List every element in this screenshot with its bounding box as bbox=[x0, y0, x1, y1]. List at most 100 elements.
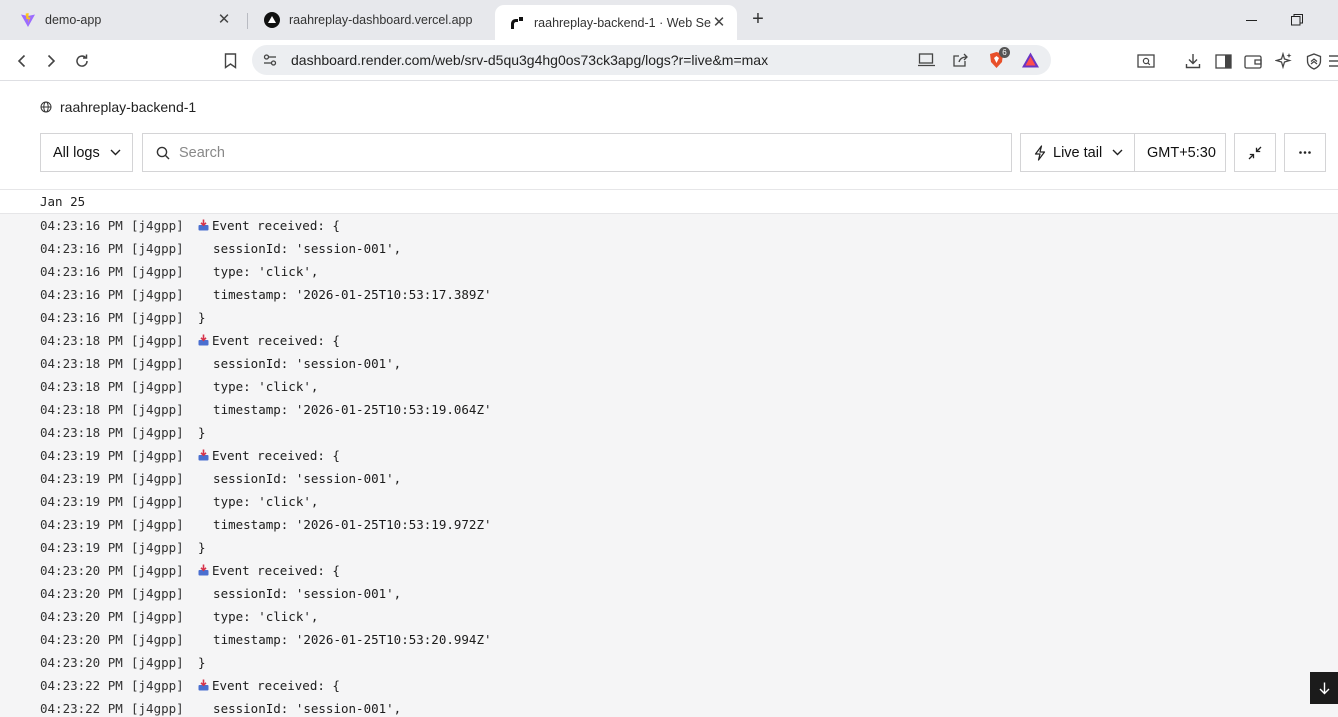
log-message: } bbox=[198, 540, 206, 555]
inbox-tray-icon bbox=[198, 218, 212, 233]
sidebar-toggle-icon[interactable] bbox=[1212, 50, 1234, 72]
log-instance-id: [j4gpp] bbox=[131, 701, 184, 716]
log-timestamp: 04:23:20 PM bbox=[40, 563, 123, 578]
log-message-text: Event received: { bbox=[212, 333, 340, 348]
leo-ai-icon[interactable] bbox=[1273, 50, 1295, 72]
log-timestamp: 04:23:20 PM bbox=[40, 586, 123, 601]
log-timestamp: 04:23:19 PM bbox=[40, 471, 123, 486]
browser-menu-icon[interactable] bbox=[1328, 50, 1338, 72]
vite-icon bbox=[20, 12, 36, 28]
log-instance-id: [j4gpp] bbox=[131, 448, 184, 463]
log-message: type: 'click', bbox=[198, 379, 319, 394]
log-message: sessionId: 'session-001', bbox=[198, 241, 402, 256]
log-line: 04:23:19 PM [j4gpp] Event received: { bbox=[40, 444, 340, 467]
vpn-shield-icon[interactable] bbox=[1303, 50, 1325, 72]
new-tab-plus-icon[interactable]: + bbox=[748, 9, 768, 29]
log-stream[interactable]: 04:23:16 PM [j4gpp] Event received: {04:23… bbox=[0, 214, 1338, 717]
log-instance-id: [j4gpp] bbox=[131, 586, 184, 601]
wallet-icon[interactable] bbox=[1242, 50, 1264, 72]
log-timestamp: 04:23:16 PM bbox=[40, 218, 123, 233]
log-date: Jan 25 bbox=[40, 194, 86, 209]
shields-count-badge: 6 bbox=[999, 47, 1010, 58]
service-name: raahreplay-backend-1 bbox=[60, 99, 197, 115]
more-options-button[interactable] bbox=[1284, 133, 1326, 172]
log-instance-id: [j4gpp] bbox=[131, 540, 184, 555]
close-tab-icon[interactable]: ✕ bbox=[216, 12, 232, 28]
ellipsis-icon bbox=[1299, 151, 1311, 154]
search-input[interactable]: Search bbox=[142, 133, 1012, 172]
chevron-down-icon bbox=[110, 149, 121, 156]
restore-window-icon[interactable] bbox=[1285, 9, 1309, 31]
live-tail-dropdown[interactable]: Live tail bbox=[1020, 133, 1135, 172]
log-timestamp: 04:23:20 PM bbox=[40, 655, 123, 670]
share-icon[interactable] bbox=[952, 52, 969, 73]
render-icon bbox=[509, 15, 525, 31]
minimize-window-icon[interactable] bbox=[1239, 9, 1263, 31]
log-line: 04:23:18 PM [j4gpp] timestamp: '2026-01-2… bbox=[40, 398, 492, 421]
log-timestamp: 04:23:16 PM bbox=[40, 310, 123, 325]
close-tab-icon[interactable]: ✕ bbox=[711, 14, 727, 31]
log-message: Event received: { bbox=[198, 448, 340, 463]
log-message: Event received: { bbox=[198, 678, 340, 693]
log-message: type: 'click', bbox=[198, 494, 319, 509]
log-timestamp: 04:23:18 PM bbox=[40, 356, 123, 371]
log-message: Event received: { bbox=[198, 218, 340, 233]
downloads-icon[interactable] bbox=[1182, 50, 1204, 72]
log-line: 04:23:19 PM [j4gpp] type: 'click', bbox=[40, 490, 318, 513]
log-message-text: Event received: { bbox=[212, 563, 340, 578]
log-message: sessionId: 'session-001', bbox=[198, 701, 402, 716]
scroll-to-bottom-button[interactable] bbox=[1310, 672, 1338, 704]
log-timestamp: 04:23:19 PM bbox=[40, 517, 123, 532]
log-instance-id: [j4gpp] bbox=[131, 310, 184, 325]
log-timestamp: 04:23:18 PM bbox=[40, 402, 123, 417]
log-instance-id: [j4gpp] bbox=[131, 517, 184, 532]
url-text[interactable]: dashboard.render.com/web/srv-d5qu3g4hg0o… bbox=[291, 52, 768, 68]
reload-icon[interactable] bbox=[71, 50, 93, 72]
back-icon[interactable] bbox=[11, 50, 33, 72]
search-icon bbox=[156, 146, 170, 160]
browser-tab-vercel[interactable]: raahreplay-dashboard.vercel.app bbox=[250, 5, 486, 35]
log-instance-id: [j4gpp] bbox=[131, 563, 184, 578]
log-instance-id: [j4gpp] bbox=[131, 333, 184, 348]
log-timestamp: 04:23:16 PM bbox=[40, 264, 123, 279]
log-instance-id: [j4gpp] bbox=[131, 678, 184, 693]
log-line: 04:23:20 PM [j4gpp]} bbox=[40, 651, 206, 674]
tab-search-icon[interactable] bbox=[1135, 50, 1157, 72]
install-app-icon[interactable] bbox=[918, 52, 936, 73]
inbox-tray-icon bbox=[198, 563, 212, 578]
log-line: 04:23:16 PM [j4gpp]} bbox=[40, 306, 206, 329]
log-type-dropdown[interactable]: All logs bbox=[40, 133, 133, 172]
tab-divider bbox=[247, 13, 248, 29]
brave-rewards-icon[interactable] bbox=[1021, 51, 1040, 74]
site-settings-icon[interactable] bbox=[262, 52, 278, 73]
log-line: 04:23:20 PM [j4gpp] Event received: { bbox=[40, 559, 340, 582]
chevron-down-icon bbox=[1112, 149, 1123, 156]
bookmark-icon[interactable] bbox=[219, 50, 241, 72]
timezone-selector[interactable]: GMT+5:30 bbox=[1134, 133, 1226, 172]
log-message: timestamp: '2026-01-25T10:53:19.972Z' bbox=[198, 517, 492, 532]
log-message-text: Event received: { bbox=[212, 448, 340, 463]
log-line: 04:23:18 PM [j4gpp]} bbox=[40, 421, 206, 444]
log-message: sessionId: 'session-001', bbox=[198, 356, 402, 371]
log-timestamp: 04:23:22 PM bbox=[40, 678, 123, 693]
log-line: 04:23:20 PM [j4gpp] timestamp: '2026-01-2… bbox=[40, 628, 492, 651]
log-message-text: Event received: { bbox=[212, 218, 340, 233]
log-timestamp: 04:23:19 PM bbox=[40, 494, 123, 509]
log-timestamp: 04:23:16 PM bbox=[40, 241, 123, 256]
log-message: sessionId: 'session-001', bbox=[198, 586, 402, 601]
forward-icon[interactable] bbox=[40, 50, 62, 72]
browser-tab-demo-app[interactable]: demo-app ✕ bbox=[6, 5, 242, 35]
log-message: } bbox=[198, 425, 206, 440]
browser-tab-render-active[interactable]: raahreplay-backend-1 · Web Ser ✕ bbox=[495, 5, 737, 40]
log-message: } bbox=[198, 655, 206, 670]
log-instance-id: [j4gpp] bbox=[131, 609, 184, 624]
log-message: sessionId: 'session-001', bbox=[198, 471, 402, 486]
log-timestamp: 04:23:16 PM bbox=[40, 287, 123, 302]
log-timestamp: 04:23:19 PM bbox=[40, 448, 123, 463]
address-bar[interactable]: dashboard.render.com/web/srv-d5qu3g4hg0o… bbox=[252, 45, 1051, 75]
brave-shields-icon[interactable]: 6 bbox=[988, 47, 1010, 74]
live-tail-label: Live tail bbox=[1053, 144, 1103, 161]
log-line: 04:23:18 PM [j4gpp] Event received: { bbox=[40, 329, 340, 352]
lightning-bolt-icon bbox=[1034, 144, 1046, 161]
collapse-view-button[interactable] bbox=[1234, 133, 1276, 172]
